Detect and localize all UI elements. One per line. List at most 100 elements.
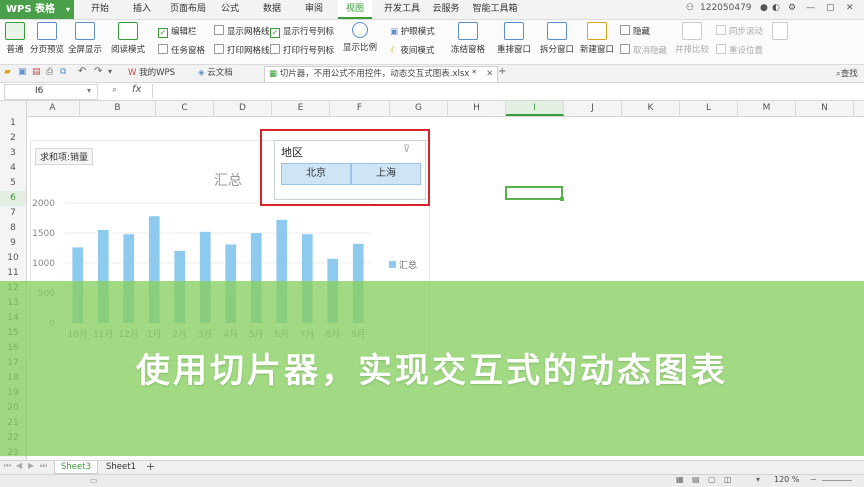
zoom-level[interactable]: 120 %: [774, 475, 799, 484]
normal-view-button[interactable]: 普通: [2, 22, 28, 55]
formula-input[interactable]: [152, 84, 861, 98]
row-header-4[interactable]: 4: [0, 161, 26, 176]
tab-review[interactable]: 审阅: [298, 0, 330, 19]
column-header-B[interactable]: B: [80, 101, 156, 116]
row-header-5[interactable]: 5: [0, 176, 26, 191]
reset-position-button[interactable]: 重设位置: [716, 44, 763, 56]
hide-window-button[interactable]: 隐藏: [620, 25, 650, 37]
column-header-H[interactable]: H: [448, 101, 506, 116]
print-headers-checkbox[interactable]: 打印行号列标: [270, 44, 334, 56]
task-pane-checkbox[interactable]: 任务窗格: [158, 44, 205, 56]
zoom-button[interactable]: 显示比例: [342, 22, 378, 53]
side-by-side-button[interactable]: 并排比较: [674, 22, 710, 55]
column-header-D[interactable]: D: [214, 101, 272, 116]
minimize-icon[interactable]: —: [806, 3, 815, 13]
column-header-M[interactable]: M: [738, 101, 796, 116]
column-header-A[interactable]: A: [26, 101, 80, 116]
undo-icon[interactable]: ↶: [78, 66, 86, 77]
row-header-1[interactable]: 1: [0, 116, 26, 131]
column-header-J[interactable]: J: [564, 101, 622, 116]
first-sheet-icon[interactable]: ⏮: [4, 461, 11, 471]
row-header-8[interactable]: 8: [0, 221, 26, 236]
page-break-preview-button[interactable]: 分页预览: [30, 22, 64, 55]
add-sheet-icon[interactable]: +: [146, 460, 155, 473]
view-normal-icon[interactable]: ▦: [676, 475, 684, 484]
column-header-E[interactable]: E: [272, 101, 330, 116]
row-header-7[interactable]: 7: [0, 206, 26, 221]
column-header-L[interactable]: L: [680, 101, 738, 116]
preview-icon[interactable]: ⧉: [60, 67, 66, 77]
save-icon[interactable]: ▣: [18, 67, 27, 77]
last-sheet-icon[interactable]: ⏭: [40, 461, 47, 471]
sheet-tab-active[interactable]: Sheet3: [54, 461, 98, 474]
tab-insert[interactable]: 插入: [124, 0, 160, 19]
restore-icon[interactable]: ▢: [826, 3, 835, 13]
tab-data[interactable]: 数据: [256, 0, 288, 19]
tab-smart-tools[interactable]: 智能工具箱: [470, 0, 520, 19]
close-icon[interactable]: ✕: [846, 3, 854, 13]
night-mode-button[interactable]: ☾ 夜间模式: [390, 44, 434, 56]
view-pagebreak-icon[interactable]: ▢: [708, 475, 716, 484]
tab-developer[interactable]: 开发工具: [380, 0, 424, 19]
print-icon[interactable]: ⎙: [46, 67, 53, 77]
show-gridlines-checkbox[interactable]: 显示网格线: [214, 25, 270, 37]
fill-handle[interactable]: [560, 197, 564, 201]
user-id[interactable]: 122050479: [700, 3, 752, 13]
column-header-K[interactable]: K: [622, 101, 680, 116]
skin-icon[interactable]: ◐: [772, 3, 780, 13]
tab-cloud-service[interactable]: 云服务: [428, 0, 464, 19]
reading-mode-button[interactable]: 阅读模式: [106, 22, 150, 55]
print-gridlines-checkbox[interactable]: 打印网格线: [214, 44, 270, 56]
next-sheet-icon[interactable]: ▶: [28, 461, 34, 470]
sheet-tab[interactable]: Sheet1: [100, 461, 142, 473]
zoom-search-icon[interactable]: ⌕: [112, 85, 117, 95]
select-all-corner[interactable]: [0, 101, 27, 116]
new-window-button[interactable]: 新建窗口: [578, 22, 616, 55]
unhide-window-button[interactable]: 取消隐藏: [620, 44, 667, 56]
row-header-11[interactable]: 11: [0, 266, 26, 281]
edit-bar-checkbox[interactable]: ✓ 编辑栏: [158, 25, 197, 38]
column-header-I[interactable]: I: [506, 101, 564, 116]
tab-cloud-docs[interactable]: ◈ 云文档: [198, 66, 233, 81]
row-header-3[interactable]: 3: [0, 146, 26, 161]
tab-current-file[interactable]: ▦ 切片器，不用公式不用控件，动态交互式图表.xlsx * ✕: [264, 66, 499, 82]
selected-cell[interactable]: [505, 186, 564, 201]
tab-view[interactable]: 视图: [338, 0, 372, 19]
zoom-out-icon[interactable]: −: [810, 475, 817, 484]
chevron-down-icon[interactable]: ▾: [108, 67, 112, 76]
row-header-2[interactable]: 2: [0, 131, 26, 146]
close-tab-icon[interactable]: ✕: [486, 69, 493, 79]
freeze-panes-button[interactable]: 冻结窗格: [446, 22, 490, 55]
tab-formula[interactable]: 公式: [214, 0, 246, 19]
coin-icon[interactable]: ●: [760, 3, 768, 13]
column-header-F[interactable]: F: [330, 101, 390, 116]
wps-app-button[interactable]: WPS 表格 ▾: [0, 0, 74, 19]
row-header-9[interactable]: 9: [0, 236, 26, 251]
name-box[interactable]: I6 ▾: [4, 84, 98, 100]
tab-home[interactable]: 开始: [82, 0, 118, 19]
new-tab-icon[interactable]: +: [498, 66, 506, 77]
user-avatar-icon[interactable]: ⚇: [686, 3, 694, 13]
zoom-dropdown-icon[interactable]: ▾: [756, 475, 760, 484]
pdf-icon[interactable]: ▤: [32, 67, 41, 77]
view-layout-icon[interactable]: ▤: [692, 475, 700, 484]
zoom-slider[interactable]: [822, 480, 852, 481]
open-folder-icon[interactable]: ▰: [4, 67, 11, 77]
row-header-6[interactable]: 6: [0, 191, 26, 206]
column-header-G[interactable]: G: [390, 101, 448, 116]
eye-mode-button[interactable]: ▣ 护眼模式: [390, 25, 435, 37]
prev-sheet-icon[interactable]: ◀: [16, 461, 22, 470]
arrange-windows-button[interactable]: 重排窗口: [492, 22, 536, 55]
column-header-N[interactable]: N: [796, 101, 854, 116]
view-read-icon[interactable]: ◫: [724, 475, 732, 484]
settings-icon[interactable]: ⚙: [788, 3, 796, 13]
macro-button[interactable]: [770, 22, 790, 43]
fx-icon[interactable]: fx: [132, 84, 141, 95]
fullscreen-button[interactable]: 全屏显示: [68, 22, 102, 55]
search-button[interactable]: ⌕查找: [836, 67, 858, 79]
redo-icon[interactable]: ↷: [94, 66, 102, 77]
show-headers-checkbox[interactable]: ✓ 显示行号列标: [270, 25, 334, 38]
tab-my-wps[interactable]: W 我的WPS: [128, 66, 175, 81]
row-header-10[interactable]: 10: [0, 251, 26, 266]
sync-scroll-button[interactable]: 同步滚动: [716, 25, 763, 37]
